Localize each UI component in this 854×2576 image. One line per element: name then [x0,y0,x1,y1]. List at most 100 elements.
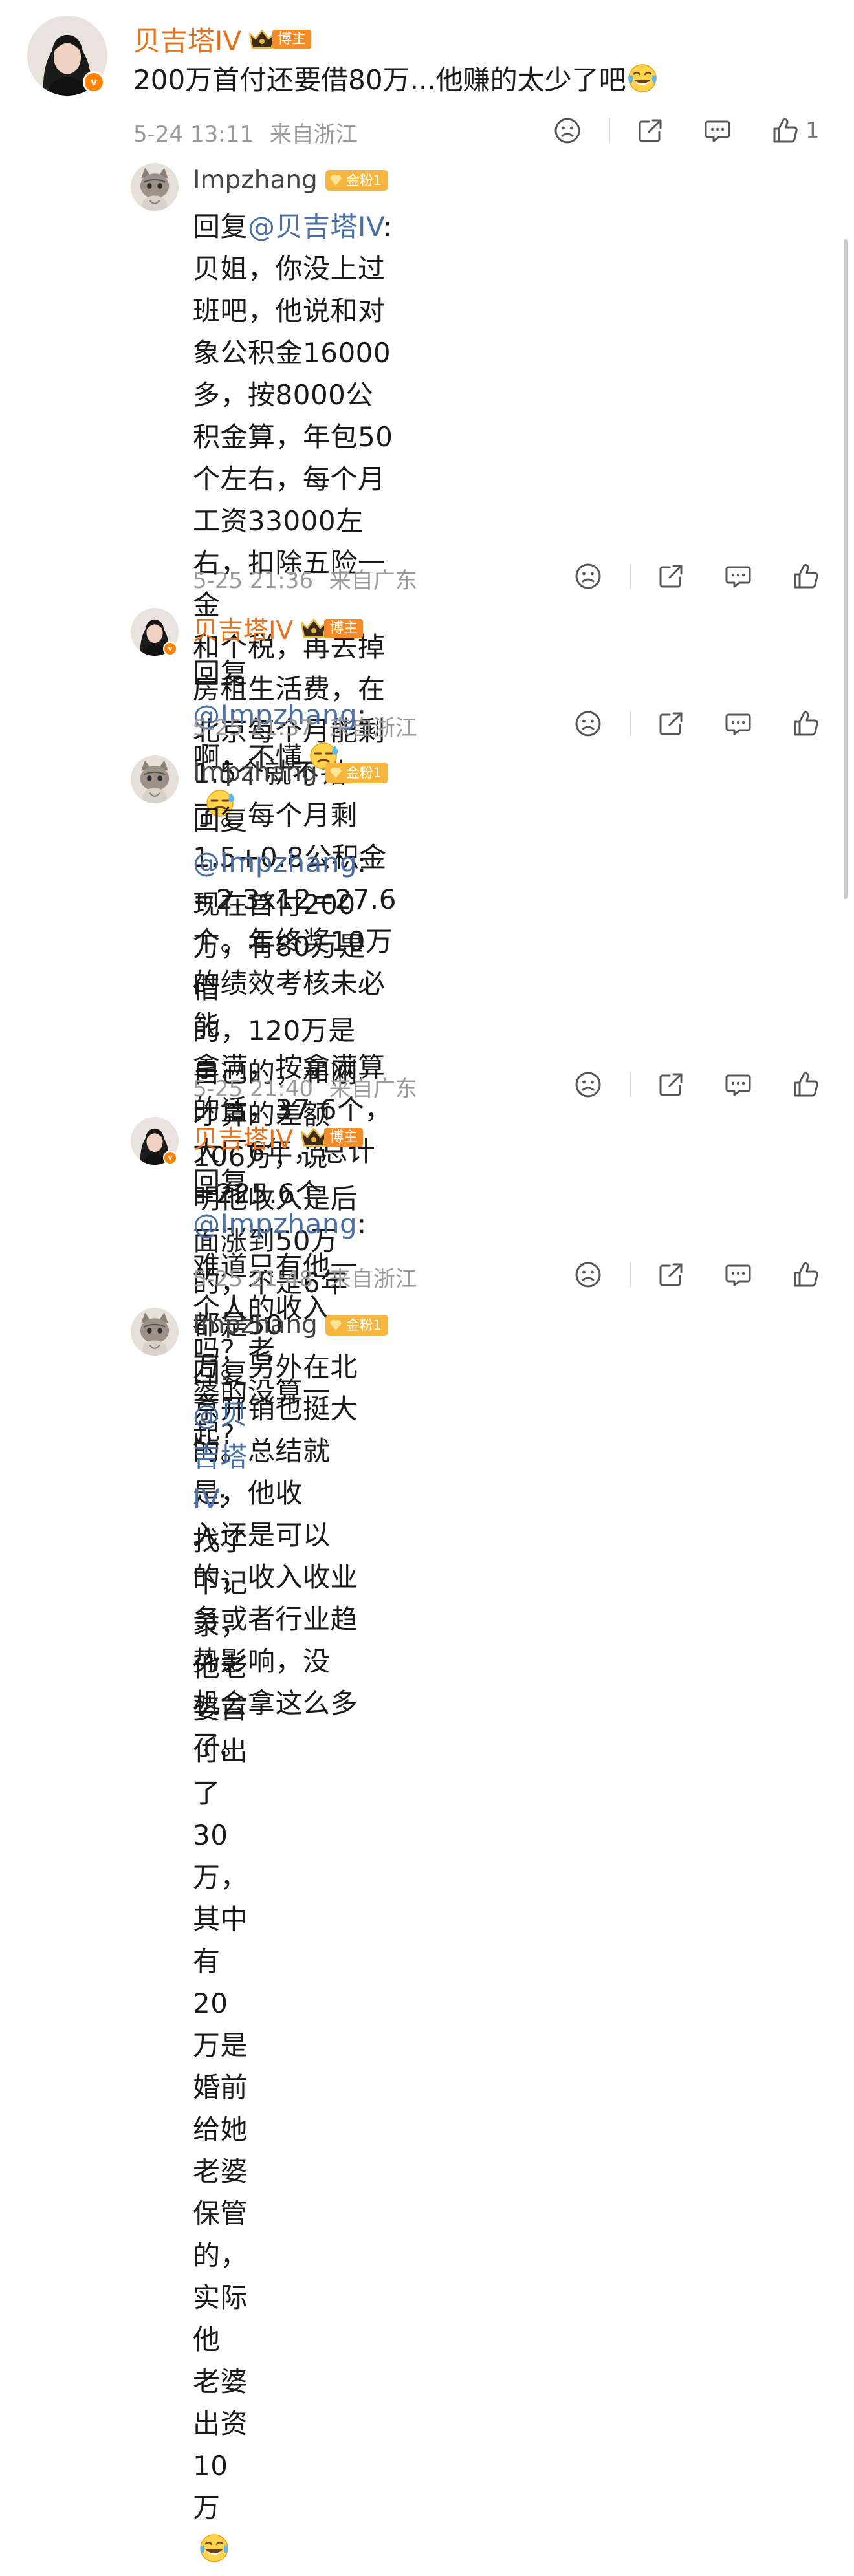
diamond-icon [329,767,342,779]
laugh-cry-emoji [198,2532,230,2576]
diamond-icon [329,1319,342,1331]
share-button[interactable] [657,562,685,590]
mention-link[interactable]: @Impzhang [193,1208,357,1240]
timestamp: 5-25 21:40 [193,1076,313,1102]
text-line: 回复@贝吉塔IV:贝姐，你没上过班吧，他说和对 [193,206,397,332]
text-segment: 老婆出资10万 [193,2366,248,2524]
share-button[interactable] [657,709,685,738]
author-row: Impzhang 金粉1 [193,166,389,195]
mention-link[interactable]: @贝吉塔IV [248,211,383,243]
location: 来自广东 [329,1076,417,1102]
fan-badge-label: 金粉1 [345,764,382,781]
post-actions: 1 [553,116,820,145]
author-name[interactable]: 贝吉塔IV [133,19,241,59]
dislike-button[interactable] [553,116,582,145]
post-text-content: 200万首付还要借80万...他赚的太少了吧 [133,64,626,96]
author-name[interactable]: Impzhang [193,1310,318,1339]
location: 来自浙江 [269,122,358,147]
avatar[interactable] [131,1308,179,1356]
avatar[interactable] [131,163,179,211]
fan-badge: 金粉1 [325,169,389,191]
post-meta: 5-24 13:11 来自浙江 [133,116,358,148]
avatar-image [131,163,179,211]
like-button[interactable] [791,709,820,738]
timestamp: 5-25 21:48 [193,1266,313,1292]
like-button[interactable] [791,562,820,590]
dislike-button[interactable] [574,1261,602,1289]
badge-label: 博主 [324,1128,364,1147]
badge-label: 博主 [324,619,364,638]
avatar[interactable] [131,755,179,803]
share-button[interactable] [636,116,664,145]
text-line: 回复@贝吉塔IV:找了下记录，他老婆首付出了30 [193,1352,248,1856]
vip-badge: 博主 [248,28,312,50]
text-line: 个左右，每个月工资33000左右，扣除五险一金 [193,463,386,621]
post-text: 200万首付还要借80万...他赚的太少了吧 [133,61,659,105]
author-row: 贝吉塔IV 博主 [133,19,312,59]
dislike-button[interactable] [574,562,602,590]
author-row: Impzhang 金粉1 [193,1310,389,1339]
fan-badge-label: 金粉1 [345,1317,382,1333]
reply-prefix: 回复 [193,805,248,836]
fan-badge-label: 金粉1 [345,172,382,188]
author-name[interactable]: Impzhang [193,758,318,787]
divider [630,564,631,589]
reply-meta: 5-25 21:37 来自浙江 [193,710,417,742]
diamond-icon [329,175,342,186]
fan-badge: 金粉1 [325,762,389,783]
author-row: 贝吉塔IV 博主 [193,1120,364,1156]
text-segment: :找了下记录，他老婆首付出了30 [193,1483,248,1851]
reply-meta: 5-25 21:40 来自广东 [193,1071,417,1103]
divider [609,118,610,143]
author-row: 贝吉塔IV 博主 [193,611,364,647]
reply-prefix: 回复 [193,211,248,243]
like-button[interactable] [771,116,799,145]
author-name[interactable]: 贝吉塔IV [193,1120,293,1156]
vip-badge: 博主 [300,1127,364,1149]
verified-icon: v [163,642,177,656]
reply-prefix: 回复 [193,657,248,689]
divider [630,711,631,736]
comment-button[interactable] [724,1261,752,1289]
author-name[interactable]: Impzhang [193,166,318,195]
fan-badge: 金粉1 [325,1314,389,1336]
reply-actions [574,1261,820,1289]
text-line: 象公积金16000多，按8000公积金算，年包50 [193,337,393,453]
share-button[interactable] [657,1261,685,1289]
like-button[interactable] [791,1070,820,1099]
dislike-button[interactable] [574,709,602,738]
reply-meta: 5-25 21:36 来自广东 [193,563,417,594]
like-button[interactable] [791,1261,820,1289]
comment-button[interactable] [724,562,752,590]
reply-actions [574,1070,820,1099]
comment-button[interactable] [724,1070,752,1099]
reply-prefix: 回复 [193,1357,248,1389]
reply-text: 回复@贝吉塔IV:找了下记录，他老婆首付出了30 万，其中有20万是婚前给她老婆… [193,1352,248,2576]
reply-actions [574,709,820,738]
text-line: 回复@Impzhang:现在首付200万，有80万是借 [193,799,367,1010]
scrollbar[interactable] [844,239,848,899]
location: 来自广东 [329,568,417,594]
reply-prefix: 回复 [193,1166,248,1198]
like-count: 1 [805,118,820,144]
vip-badge: 博主 [300,618,364,640]
comment-button[interactable] [724,709,752,738]
reply-meta: 5-25 21:48 来自浙江 [193,1261,417,1293]
mention-link[interactable]: @Impzhang [193,847,357,878]
author-name[interactable]: 贝吉塔IV [193,611,293,647]
verified-icon: v [83,71,105,93]
badge-label: 博主 [272,29,312,49]
timestamp: 5-25 21:37 [193,715,313,741]
author-row: Impzhang 金粉1 [193,758,389,787]
comment-button[interactable] [703,116,732,145]
dislike-button[interactable] [574,1070,602,1099]
reply-actions [574,562,820,590]
text-line: 万，其中有20万是婚前给她老婆保管的，实际他 [193,1861,248,2355]
avatar-image [131,1308,179,1356]
laugh-cry-emoji [626,62,659,105]
divider [630,1072,631,1097]
timestamp: 5-24 13:11 [133,122,254,147]
verified-icon: v [163,1151,177,1165]
share-button[interactable] [657,1070,685,1099]
avatar-image [131,755,179,803]
